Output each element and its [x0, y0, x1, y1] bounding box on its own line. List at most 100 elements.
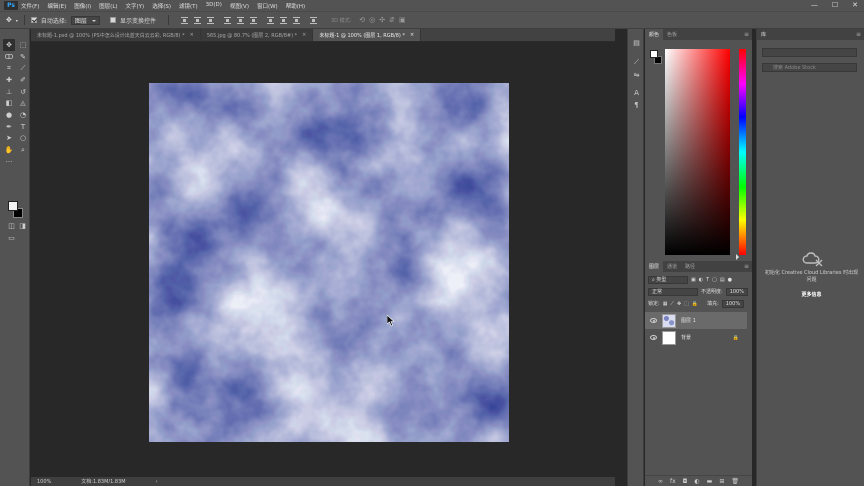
history-icon[interactable]: ▤ — [631, 38, 642, 47]
maximize-icon[interactable]: ☐ — [832, 1, 838, 9]
foreground-color-swatch[interactable] — [8, 201, 18, 211]
paint-bucket-tool[interactable]: ◬ — [17, 97, 29, 109]
close-icon[interactable]: ✕ — [852, 1, 858, 9]
auto-select-target-dropdown[interactable]: 图层 — [70, 15, 100, 25]
mask-icon[interactable]: ◘ — [683, 478, 688, 485]
distribute-vcenter-icon[interactable] — [236, 16, 244, 24]
show-transform-checkbox[interactable] — [109, 17, 116, 23]
filter-adjust-icon[interactable]: ◐ — [699, 277, 703, 283]
menu-item[interactable]: 选择(S) — [152, 2, 171, 10]
tab-color[interactable]: 颜色 — [645, 29, 664, 40]
auto-select-checkbox[interactable] — [30, 17, 37, 23]
tab-channels[interactable]: 通道 — [663, 261, 681, 272]
menu-item[interactable]: 窗口(W) — [257, 2, 278, 10]
minimize-icon[interactable]: — — [811, 1, 818, 9]
auto-align-icon[interactable] — [309, 16, 317, 24]
screen-mode-alt-icon[interactable]: ◨ — [19, 222, 26, 230]
new-layer-icon[interactable]: ⊞ — [719, 478, 724, 485]
document-canvas[interactable] — [149, 83, 509, 442]
lock-all-icon[interactable]: 🔒 — [692, 301, 698, 307]
lasso-tool[interactable]: ↀ — [3, 51, 15, 63]
layer-row-layer1[interactable]: 图层 1 — [645, 312, 747, 329]
hue-slider[interactable] — [739, 49, 746, 255]
more-info-link[interactable]: 更多信息 — [763, 291, 860, 298]
type-tool[interactable]: T — [17, 121, 29, 133]
link-layers-icon[interactable]: ∞ — [658, 478, 663, 485]
filter-pixel-icon[interactable]: ▣ — [691, 277, 696, 283]
group-icon[interactable]: ▬ — [707, 478, 713, 485]
color-field[interactable] — [665, 49, 730, 255]
distribute-top-icon[interactable] — [223, 16, 231, 24]
quick-select-tool[interactable]: ✎ — [17, 51, 29, 63]
layer-row-background[interactable]: 背景 🔒 — [645, 329, 747, 346]
slide-3d-icon[interactable]: ⇵ — [389, 16, 395, 24]
lock-artboard-icon[interactable]: ⬚ — [684, 301, 689, 307]
menu-item[interactable]: 视图(V) — [230, 2, 249, 10]
chevron-right-icon[interactable]: › — [156, 479, 158, 485]
foreground-color-swatch[interactable] — [650, 50, 658, 58]
document-tab[interactable]: 未标题-1.psd @ 100% (PS中怎么设计出蓝天白云云彩, RGB/8)… — [31, 29, 201, 41]
align-top-icon[interactable] — [180, 16, 188, 24]
rotate-3d-icon[interactable]: ⟲ — [359, 16, 365, 24]
roll-3d-icon[interactable]: ◎ — [369, 16, 375, 24]
stock-search-input[interactable]: 搜索 Adobe Stock — [762, 63, 857, 72]
menu-item[interactable]: 文件(F) — [21, 2, 39, 10]
chevron-down-icon[interactable]: ▾ — [16, 18, 18, 23]
distribute-hcenter-icon[interactable] — [279, 16, 287, 24]
drag-3d-icon[interactable]: ✣ — [379, 16, 385, 24]
zoom-tool[interactable]: ⌕ — [17, 144, 29, 156]
tab-swatches[interactable]: 色板 — [663, 29, 681, 40]
adjustments-icon[interactable]: ⇋ — [631, 70, 642, 79]
visibility-eye-icon[interactable] — [650, 335, 657, 340]
lock-pixels-icon[interactable]: ▦ — [663, 301, 668, 307]
path-select-tool[interactable]: ➤ — [3, 133, 15, 145]
panel-menu-icon[interactable]: ≡ — [744, 31, 749, 38]
tab-paths[interactable]: 路径 — [681, 261, 699, 272]
scale-3d-icon[interactable]: ▣ — [399, 16, 406, 24]
lock-position-icon[interactable]: ✥ — [677, 301, 681, 307]
document-tab[interactable]: 未标题-1 @ 100% (图层 1, RGB/8) * × — [313, 29, 422, 41]
visibility-eye-icon[interactable] — [650, 318, 657, 323]
healing-brush-tool[interactable]: ✚ — [3, 74, 15, 86]
close-tab-icon[interactable]: × — [410, 32, 414, 38]
clone-stamp-tool[interactable]: ⊥ — [3, 86, 15, 98]
eyedropper-tool[interactable]: ⟋ — [17, 62, 29, 74]
menu-item[interactable]: 图层(L) — [99, 2, 117, 10]
distribute-right-icon[interactable] — [292, 16, 300, 24]
menu-item[interactable]: 滤镜(T) — [179, 2, 198, 10]
panel-menu-icon[interactable]: ≡ — [856, 31, 861, 38]
more-tools-icon[interactable]: ··· — [3, 156, 15, 168]
fx-icon[interactable]: fx — [670, 478, 676, 485]
marquee-tool[interactable]: ⬚ — [17, 39, 29, 51]
menu-item[interactable]: 文字(Y) — [126, 2, 145, 10]
dodge-tool[interactable]: ◔ — [17, 109, 29, 121]
paragraph-icon[interactable]: ¶ — [631, 100, 642, 109]
menu-item[interactable]: 帮助(H) — [286, 2, 305, 10]
library-select[interactable] — [762, 48, 857, 57]
ellipse-tool[interactable]: ○ — [17, 133, 29, 145]
document-tab[interactable]: 565.jpg @ 80.7% (图层 2, RGB/8#) * × — [200, 29, 314, 41]
close-tab-icon[interactable]: × — [302, 32, 306, 38]
screen-mode-icon[interactable]: ▭ — [8, 234, 15, 242]
character-icon[interactable]: A — [631, 88, 642, 97]
crop-tool[interactable]: ⌗ — [3, 62, 15, 74]
filter-toggle-icon[interactable]: ● — [728, 277, 732, 283]
blur-tool[interactable]: ● — [3, 109, 15, 121]
blend-mode-dropdown[interactable]: 正常 — [648, 287, 698, 296]
distribute-left-icon[interactable] — [266, 16, 274, 24]
distribute-bottom-icon[interactable] — [249, 16, 257, 24]
align-vcenter-icon[interactable] — [193, 16, 201, 24]
adjustment-layer-icon[interactable]: ◐ — [694, 478, 699, 485]
zoom-level[interactable]: 100% — [37, 479, 51, 485]
close-tab-icon[interactable]: × — [190, 32, 194, 38]
quick-mask-icon[interactable]: ◫ — [8, 222, 15, 230]
eraser-tool[interactable]: ◧ — [3, 97, 15, 109]
hue-marker[interactable] — [736, 254, 742, 260]
menu-item[interactable]: 图像(I) — [74, 2, 91, 10]
pen-tool[interactable]: ✒ — [3, 121, 15, 133]
history-brush-tool[interactable]: ↺ — [17, 86, 29, 98]
brush-tool[interactable]: ✐ — [17, 74, 29, 86]
tab-layers[interactable]: 图层 — [645, 261, 664, 272]
panel-menu-icon[interactable]: ≡ — [744, 263, 749, 270]
layer-kind-filter[interactable]: ⌕ 类型 — [648, 275, 688, 284]
